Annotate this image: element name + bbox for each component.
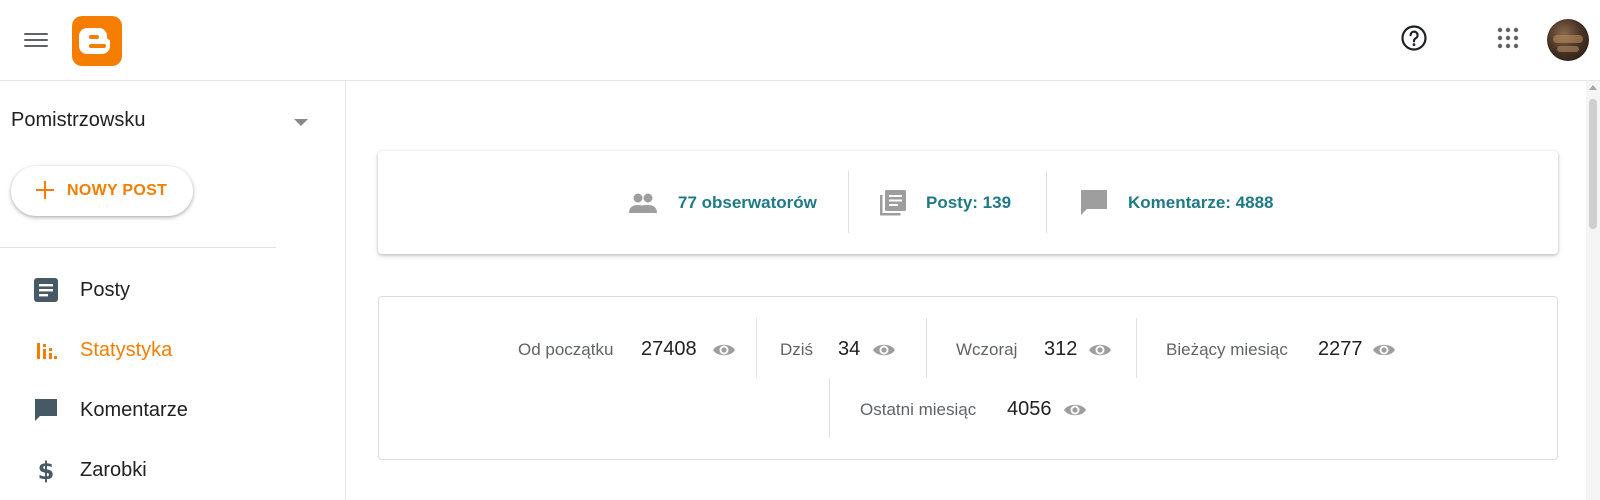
comments-icon	[33, 397, 59, 423]
views-value: 4056	[1007, 398, 1052, 420]
views-today: Dziś 34	[780, 335, 905, 365]
sidebar: Pomistrzowsku NOWY POST Posty Statystyka…	[0, 81, 346, 500]
views-label: Bieżący miesiąc	[1166, 340, 1288, 359]
people-icon	[628, 189, 658, 217]
blog-name: Pomistrzowsku	[11, 109, 146, 131]
blogger-logo-icon[interactable]	[72, 16, 122, 66]
new-post-button[interactable]: NOWY POST	[11, 166, 193, 216]
posts-icon	[33, 277, 59, 303]
comments-count: Komentarze: 4888	[1128, 193, 1274, 212]
eye-icon	[712, 340, 736, 360]
top-app-bar	[0, 0, 1600, 81]
dollar-icon: $	[33, 457, 59, 485]
followers-stat[interactable]: 77 obserwatorów	[628, 151, 848, 254]
views-last-month: Ostatni miesiąc 4056	[860, 395, 1100, 425]
sidebar-item-label: Posty	[80, 279, 131, 301]
help-circle-icon[interactable]	[1400, 24, 1428, 52]
blog-selector[interactable]: Pomistrzowsku	[11, 105, 311, 137]
blog-summary-card: 77 obserwatorów Posty: 139 Komentarze: 4…	[378, 151, 1558, 254]
library-books-icon	[878, 189, 908, 217]
views-value: 2277	[1318, 338, 1363, 360]
posts-stat[interactable]: Posty: 139	[878, 151, 1038, 254]
eye-icon	[1063, 400, 1087, 420]
views-value: 27408	[641, 338, 697, 360]
views-all-time: Od początku 27408	[518, 335, 738, 365]
pageviews-card: Od początku 27408 Dziś 34 Wczoraj 312 Bi…	[378, 296, 1558, 460]
comment-icon	[1080, 189, 1110, 217]
followers-count: 77 obserwatorów	[678, 193, 817, 212]
divider	[1046, 171, 1047, 233]
dropdown-caret-icon	[294, 119, 308, 126]
divider	[1136, 318, 1137, 378]
views-value: 34	[838, 338, 861, 360]
hamburger-menu-icon[interactable]	[24, 28, 48, 52]
views-yesterday: Wczoraj 312	[956, 335, 1131, 365]
views-label: Ostatni miesiąc	[860, 400, 977, 419]
plus-icon	[35, 180, 55, 200]
svg-text:$: $	[38, 457, 55, 483]
divider	[848, 171, 849, 233]
eye-icon	[1372, 340, 1396, 360]
user-avatar[interactable]	[1547, 19, 1589, 61]
comments-stat[interactable]: Komentarze: 4888	[1078, 151, 1318, 254]
eye-icon	[872, 340, 896, 360]
sidebar-item-posty[interactable]: Posty	[0, 261, 346, 317]
sidebar-item-label: Zarobki	[80, 459, 147, 481]
sidebar-item-label: Komentarze	[80, 399, 188, 421]
views-label: Wczoraj	[956, 340, 1018, 359]
vertical-scrollbar[interactable]	[1586, 81, 1600, 500]
views-current-month: Bieżący miesiąc 2277	[1166, 335, 1406, 365]
divider	[756, 318, 757, 378]
sidebar-item-zarobki[interactable]: $ Zarobki	[0, 441, 346, 497]
eye-icon	[1088, 340, 1112, 360]
views-value: 312	[1044, 338, 1078, 360]
divider	[829, 378, 830, 438]
sidebar-item-label: Statystyka	[80, 339, 173, 361]
posts-count: Posty: 139	[926, 193, 1012, 212]
sidebar-item-statystyka[interactable]: Statystyka	[0, 321, 346, 377]
sidebar-divider	[0, 247, 276, 248]
sidebar-item-komentarze[interactable]: Komentarze	[0, 381, 346, 437]
apps-grid-icon[interactable]	[1496, 26, 1520, 50]
views-label: Od początku	[518, 340, 614, 359]
stats-icon	[33, 337, 59, 363]
new-post-label: NOWY POST	[67, 182, 168, 199]
divider	[926, 318, 927, 378]
views-label: Dziś	[780, 340, 814, 359]
